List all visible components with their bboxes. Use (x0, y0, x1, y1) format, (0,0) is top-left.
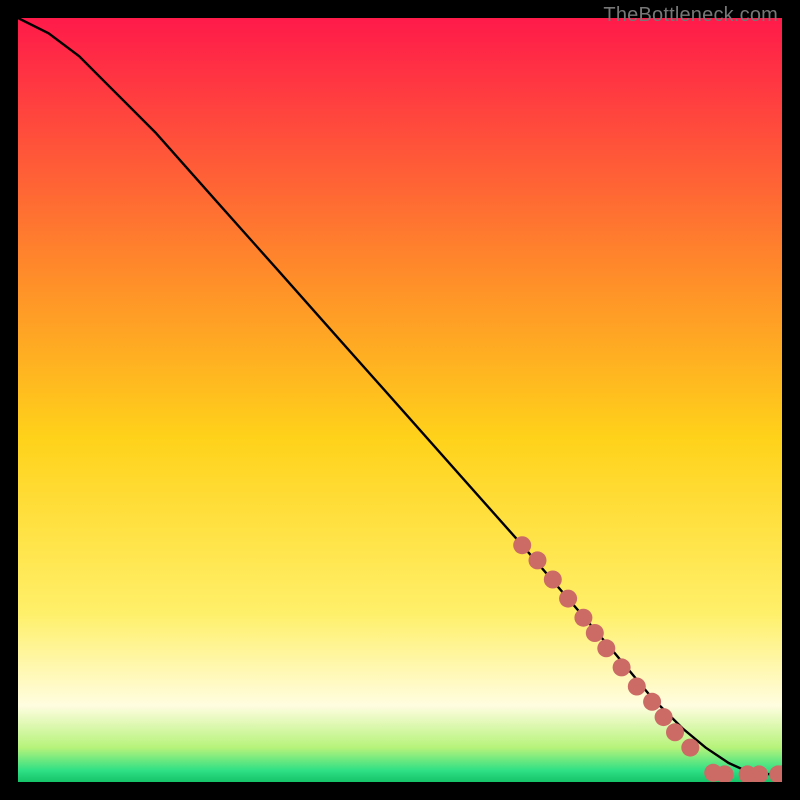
scatter-dot (544, 571, 562, 589)
scatter-dot (655, 708, 673, 726)
scatter-dot (513, 536, 531, 554)
scatter-dot (597, 639, 615, 657)
watermark-text: TheBottleneck.com (603, 4, 778, 27)
chart-frame (18, 18, 782, 782)
scatter-dot (613, 658, 631, 676)
scatter-dot (681, 739, 699, 757)
gradient-bg (18, 18, 782, 782)
chart-svg (18, 18, 782, 782)
scatter-dot (574, 609, 592, 627)
scatter-dot (643, 693, 661, 711)
scatter-dot (559, 590, 577, 608)
scatter-dot (586, 624, 604, 642)
scatter-dot (666, 723, 684, 741)
scatter-dot (529, 551, 547, 569)
scatter-dot (628, 678, 646, 696)
